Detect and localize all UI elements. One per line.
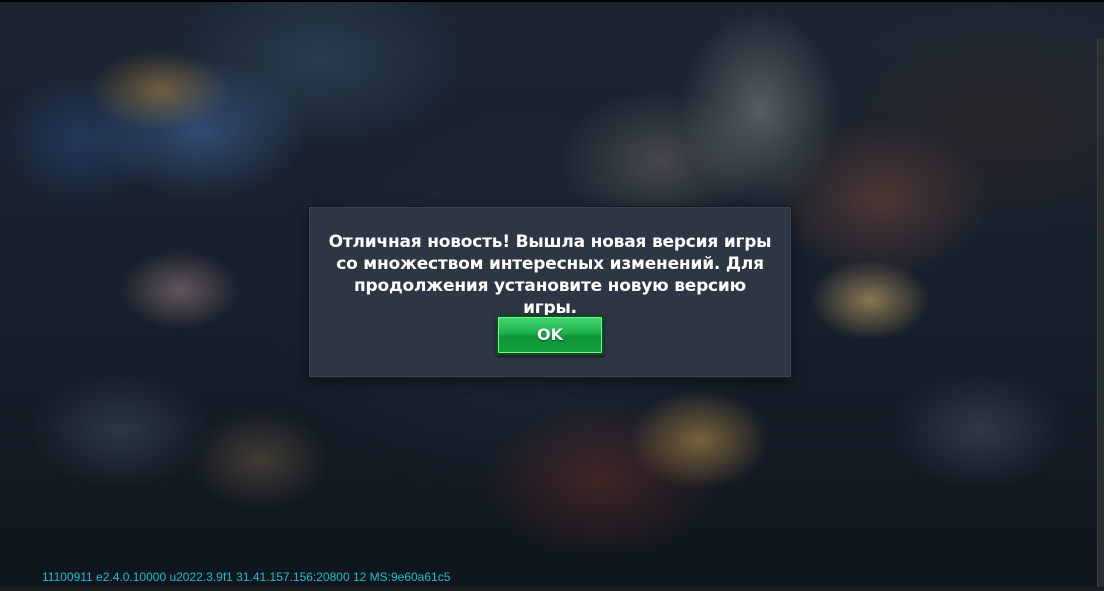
dialog-message: Отличная новость! Вышла новая версия игр…: [328, 232, 772, 318]
bottom-edge-bar: [0, 587, 1104, 591]
update-dialog: Отличная новость! Вышла новая версия игр…: [308, 206, 792, 378]
game-screen: Отличная новость! Вышла новая версия игр…: [0, 0, 1104, 591]
ok-button[interactable]: OK: [496, 315, 604, 355]
right-edge-bar: [1097, 38, 1104, 591]
top-edge: [0, 0, 1104, 2]
version-info: 11100911 e2.4.0.10000 u2022.3.9f1 31.41.…: [42, 570, 451, 584]
